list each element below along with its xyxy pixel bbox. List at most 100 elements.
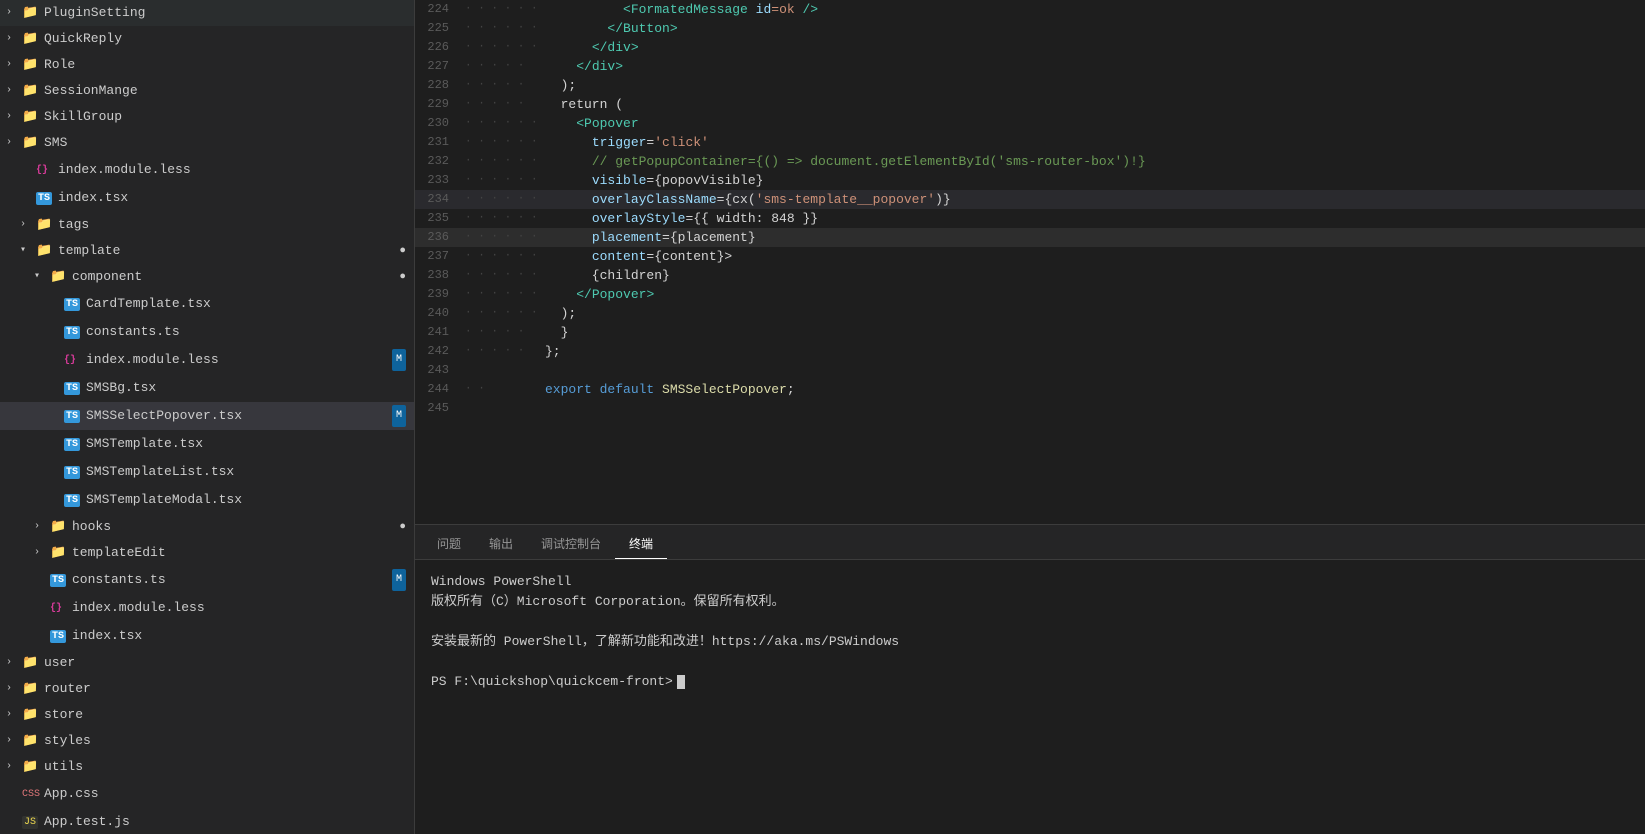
sidebar-item-sms[interactable]: ›📁SMS	[0, 130, 414, 156]
sidebar-item-template-edit[interactable]: ›📁templateEdit	[0, 540, 414, 566]
sidebar-item-sms-template-list-tsx[interactable]: TSSMSTemplateList.tsx	[0, 458, 414, 486]
terminal-body[interactable]: Windows PowerShell版权所有（C）Microsoft Corpo…	[415, 560, 1645, 834]
sidebar-item-label: constants.ts	[86, 321, 180, 343]
sidebar-item-label: SMSTemplateList.tsx	[86, 461, 234, 483]
sidebar-item-label: SMSTemplate.tsx	[86, 433, 203, 455]
line-dots: · · · · · ·	[465, 266, 545, 285]
sidebar-item-label: SessionMange	[44, 80, 138, 102]
sidebar-item-badge: M	[392, 569, 406, 591]
arrow-icon: ›	[6, 106, 22, 128]
sidebar-item-label: index.module.less	[86, 349, 219, 371]
arrow-icon: ›	[6, 704, 22, 726]
sidebar-item-app-test-js[interactable]: JSApp.test.js	[0, 808, 414, 834]
sidebar-item-sms-template-tsx[interactable]: TSSMSTemplate.tsx	[0, 430, 414, 458]
sidebar-item-index-module-less[interactable]: {}index.module.less	[0, 156, 414, 184]
folder-icon: 📁	[22, 652, 40, 674]
sidebar-item-sms-template-modal-tsx[interactable]: TSSMSTemplateModal.tsx	[0, 486, 414, 514]
folder-icon: 📁	[22, 54, 40, 76]
sidebar-item-index-module-less-2[interactable]: {}index.module.lessM	[0, 346, 414, 374]
line-number: 244	[415, 380, 465, 399]
sidebar-item-skill-group[interactable]: ›📁SkillGroup	[0, 104, 414, 130]
line-dots: · · · · · ·	[465, 0, 545, 19]
sidebar-item-index-module-less-3[interactable]: {}index.module.less	[0, 594, 414, 622]
sidebar-item-sms-bg-tsx[interactable]: TSSMSBg.tsx	[0, 374, 414, 402]
sidebar-item-label: SMSSelectPopover.tsx	[86, 405, 242, 427]
sidebar-item-template[interactable]: ▾📁template●	[0, 238, 414, 264]
sidebar-item-app-css[interactable]: CSSApp.css	[0, 780, 414, 808]
sidebar-item-label: Role	[44, 54, 75, 76]
terminal-tab-output[interactable]: 输出	[475, 529, 527, 559]
sidebar-item-label: hooks	[72, 516, 111, 538]
sidebar-item-label: index.module.less	[72, 597, 205, 619]
sidebar-item-quick-reply[interactable]: ›📁QuickReply	[0, 26, 414, 52]
sidebar-item-constants-ts[interactable]: TSconstants.ts	[0, 318, 414, 346]
code-lines: 224· · · · · · <FormatedMessage id=ok />…	[415, 0, 1645, 524]
code-line: 225· · · · · · </Button>	[415, 19, 1645, 38]
folder-open-icon: 📁	[50, 266, 68, 288]
sidebar-item-utils[interactable]: ›📁utils	[0, 754, 414, 780]
code-line: 232· · · · · · // getPopupContainer={() …	[415, 152, 1645, 171]
code-line: 226· · · · · · </div>	[415, 38, 1645, 57]
line-number: 233	[415, 171, 465, 190]
sidebar-item-store[interactable]: ›📁store	[0, 702, 414, 728]
line-dots: · · · · · ·	[465, 19, 545, 38]
sidebar-item-component[interactable]: ▾📁component●	[0, 264, 414, 290]
sidebar-item-label: PluginSetting	[44, 2, 145, 24]
line-content: content={content}>	[545, 247, 1645, 266]
arrow-icon: ›	[6, 54, 22, 76]
ts-icon: TS	[64, 488, 82, 512]
sidebar-item-label: styles	[44, 730, 91, 752]
line-number: 241	[415, 323, 465, 342]
line-dots: · · · · · ·	[465, 285, 545, 304]
line-number: 239	[415, 285, 465, 304]
sidebar-item-hooks[interactable]: ›📁hooks●	[0, 514, 414, 540]
arrow-icon: ›	[6, 132, 22, 154]
sidebar-item-card-template-tsx[interactable]: TSCardTemplate.tsx	[0, 290, 414, 318]
line-content: {children}	[545, 266, 1645, 285]
less-icon: {}	[36, 158, 54, 182]
less-icon: {}	[64, 348, 82, 372]
sidebar-item-constants-ts-2[interactable]: TSconstants.tsM	[0, 566, 414, 594]
sidebar-item-label: App.test.js	[44, 811, 130, 833]
sidebar-item-session-mange[interactable]: ›📁SessionMange	[0, 78, 414, 104]
sidebar-item-styles[interactable]: ›📁styles	[0, 728, 414, 754]
file-explorer: ›📁PluginSetting›📁QuickReply›📁Role›📁Sessi…	[0, 0, 415, 834]
terminal-tab-terminal[interactable]: 终端	[615, 529, 667, 559]
sidebar-item-sms-select-popover-tsx[interactable]: TSSMSSelectPopover.tsxM	[0, 402, 414, 430]
line-number: 230	[415, 114, 465, 133]
line-dots: · · · · ·	[465, 342, 545, 361]
sidebar-item-index-tsx[interactable]: TSindex.tsx	[0, 184, 414, 212]
line-content: export default SMSSelectPopover;	[545, 380, 1645, 399]
code-line: 244· ·export default SMSSelectPopover;	[415, 380, 1645, 399]
terminal-tab-problems[interactable]: 问题	[423, 529, 475, 559]
terminal-cursor	[677, 675, 685, 689]
sidebar-item-index-tsx-2[interactable]: TSindex.tsx	[0, 622, 414, 650]
terminal-panel: 问题输出调试控制台终端 Windows PowerShell版权所有（C）Mic…	[415, 524, 1645, 834]
sidebar-item-plugin-setting[interactable]: ›📁PluginSetting	[0, 0, 414, 26]
sidebar-item-badge: ●	[399, 266, 406, 288]
line-number: 227	[415, 57, 465, 76]
code-line: 231· · · · · · trigger='click'	[415, 133, 1645, 152]
line-content: return (	[545, 95, 1645, 114]
sidebar-item-role[interactable]: ›📁Role	[0, 52, 414, 78]
terminal-prompt[interactable]: PS F:\quickshop\quickcem-front>	[431, 672, 1629, 692]
arrow-icon: ▾	[34, 266, 50, 288]
line-dots: · · · · · ·	[465, 247, 545, 266]
code-line: 230· · · · · · <Popover	[415, 114, 1645, 133]
code-line: 245	[415, 399, 1645, 418]
sidebar-item-label: template	[58, 240, 120, 262]
css-icon: CSS	[22, 782, 40, 806]
line-number: 232	[415, 152, 465, 171]
ts-icon: TS	[64, 432, 82, 456]
sidebar-item-router[interactable]: ›📁router	[0, 676, 414, 702]
code-editor[interactable]: 224· · · · · · <FormatedMessage id=ok />…	[415, 0, 1645, 524]
sidebar-item-tags[interactable]: ›📁tags	[0, 212, 414, 238]
sidebar-item-user[interactable]: ›📁user	[0, 650, 414, 676]
terminal-tab-debug-console[interactable]: 调试控制台	[527, 529, 615, 559]
arrow-icon: ›	[20, 214, 36, 236]
code-line: 228· · · · · );	[415, 76, 1645, 95]
line-number: 228	[415, 76, 465, 95]
line-number: 242	[415, 342, 465, 361]
code-line: 239· · · · · · </Popover>	[415, 285, 1645, 304]
line-dots: · · · · · ·	[465, 38, 545, 57]
